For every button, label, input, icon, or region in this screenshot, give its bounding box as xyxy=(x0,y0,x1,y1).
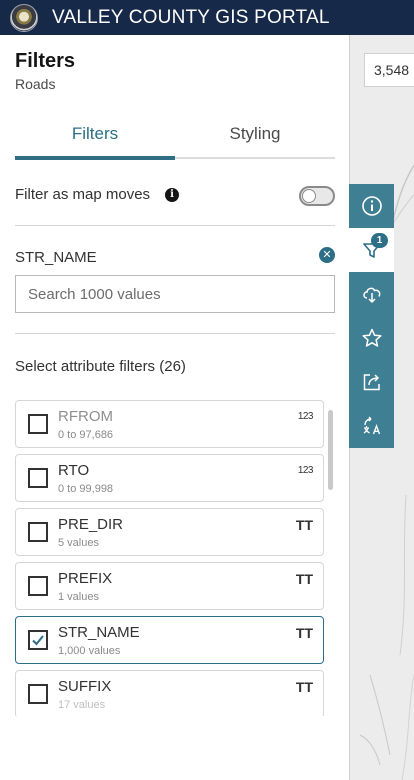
list-item[interactable]: RTO 0 to 99,998 123 xyxy=(15,454,324,502)
checkbox[interactable] xyxy=(28,522,48,542)
app-header: VALLEY COUNTY GIS PORTAL xyxy=(0,0,414,35)
attribute-name: SUFFIX xyxy=(58,678,112,695)
favorite-button[interactable] xyxy=(349,316,394,360)
attribute-filters-heading: Select attribute filters (26) xyxy=(15,358,186,375)
info-button[interactable] xyxy=(349,184,394,228)
download-button[interactable] xyxy=(349,272,394,316)
attribute-detail: 1 values xyxy=(58,591,99,603)
numeric-field-icon: 123 xyxy=(297,465,314,476)
attribute-detail: 0 to 97,686 xyxy=(58,429,114,441)
checkbox[interactable] xyxy=(28,468,48,488)
attribute-detail: 5 values xyxy=(58,537,99,549)
filter-as-map-moves-row: Filter as map moves i xyxy=(15,185,335,209)
translate-icon xyxy=(363,416,380,435)
attribute-name: RFROM xyxy=(58,408,113,425)
numeric-field-icon: 123 xyxy=(297,411,314,422)
text-field-icon: TT xyxy=(295,625,313,641)
side-toolbar: 1 xyxy=(349,184,394,448)
list-item[interactable]: PRE_DIR 5 values TT xyxy=(15,508,324,556)
checkbox[interactable] xyxy=(28,576,48,596)
toggle-knob xyxy=(302,189,316,203)
attribute-detail: 17 values xyxy=(58,699,106,711)
layer-name: Roads xyxy=(15,76,56,92)
attribute-name: PRE_DIR xyxy=(58,516,124,533)
filter-as-map-moves-toggle[interactable] xyxy=(299,186,335,206)
filter-count-badge: 1 xyxy=(371,233,388,248)
list-item[interactable]: RFROM 0 to 97,686 123 xyxy=(15,400,324,448)
checkbox[interactable] xyxy=(28,414,48,434)
filter-button[interactable]: 1 xyxy=(349,228,394,272)
attribute-detail: 1,000 values xyxy=(58,645,121,657)
list-scrollbar[interactable] xyxy=(328,410,333,490)
translate-button[interactable] xyxy=(349,404,394,448)
checkmark-icon xyxy=(32,635,44,646)
info-icon xyxy=(361,196,382,216)
checkbox-checked[interactable] xyxy=(28,630,48,650)
app-title: VALLEY COUNTY GIS PORTAL xyxy=(52,6,330,28)
list-item[interactable]: PREFIX 1 values TT xyxy=(15,562,324,610)
tab-styling[interactable]: Styling xyxy=(175,121,335,159)
attribute-name: STR_NAME xyxy=(58,624,140,641)
checkbox[interactable] xyxy=(28,684,48,704)
filter-panel: Filters Roads Filters Styling Filter as … xyxy=(0,35,350,780)
feature-count-badge: 3,548 xyxy=(364,53,414,87)
panel-title: Filters xyxy=(15,50,76,72)
attribute-list: RFROM 0 to 97,686 123 RTO 0 to 99,998 12… xyxy=(15,400,325,716)
filter-as-map-moves-label: Filter as map moves xyxy=(15,186,151,203)
text-field-icon: TT xyxy=(295,679,313,695)
tab-filters[interactable]: Filters xyxy=(15,121,175,159)
cloud-download-icon xyxy=(362,287,380,304)
active-field-label: STR_NAME xyxy=(15,249,97,266)
divider xyxy=(15,333,335,334)
active-tab-indicator xyxy=(15,156,175,160)
clear-field-button[interactable]: ✕ xyxy=(319,247,335,263)
share-button[interactable] xyxy=(349,360,394,404)
panel-tabs: Filters Styling xyxy=(15,121,335,161)
text-field-icon: TT xyxy=(295,571,313,587)
list-item-selected[interactable]: STR_NAME 1,000 values TT xyxy=(15,616,324,664)
county-seal-logo xyxy=(10,3,38,32)
attribute-detail: 0 to 99,998 xyxy=(58,483,114,495)
attribute-name: RTO xyxy=(58,462,90,479)
value-search-input[interactable] xyxy=(15,275,335,313)
share-icon xyxy=(363,374,380,391)
star-icon xyxy=(361,328,382,347)
list-item[interactable]: SUFFIX 17 values TT xyxy=(15,670,324,716)
text-field-icon: TT xyxy=(295,517,313,533)
info-icon[interactable]: i xyxy=(165,188,179,202)
divider xyxy=(15,225,335,226)
attribute-name: PREFIX xyxy=(58,570,113,587)
